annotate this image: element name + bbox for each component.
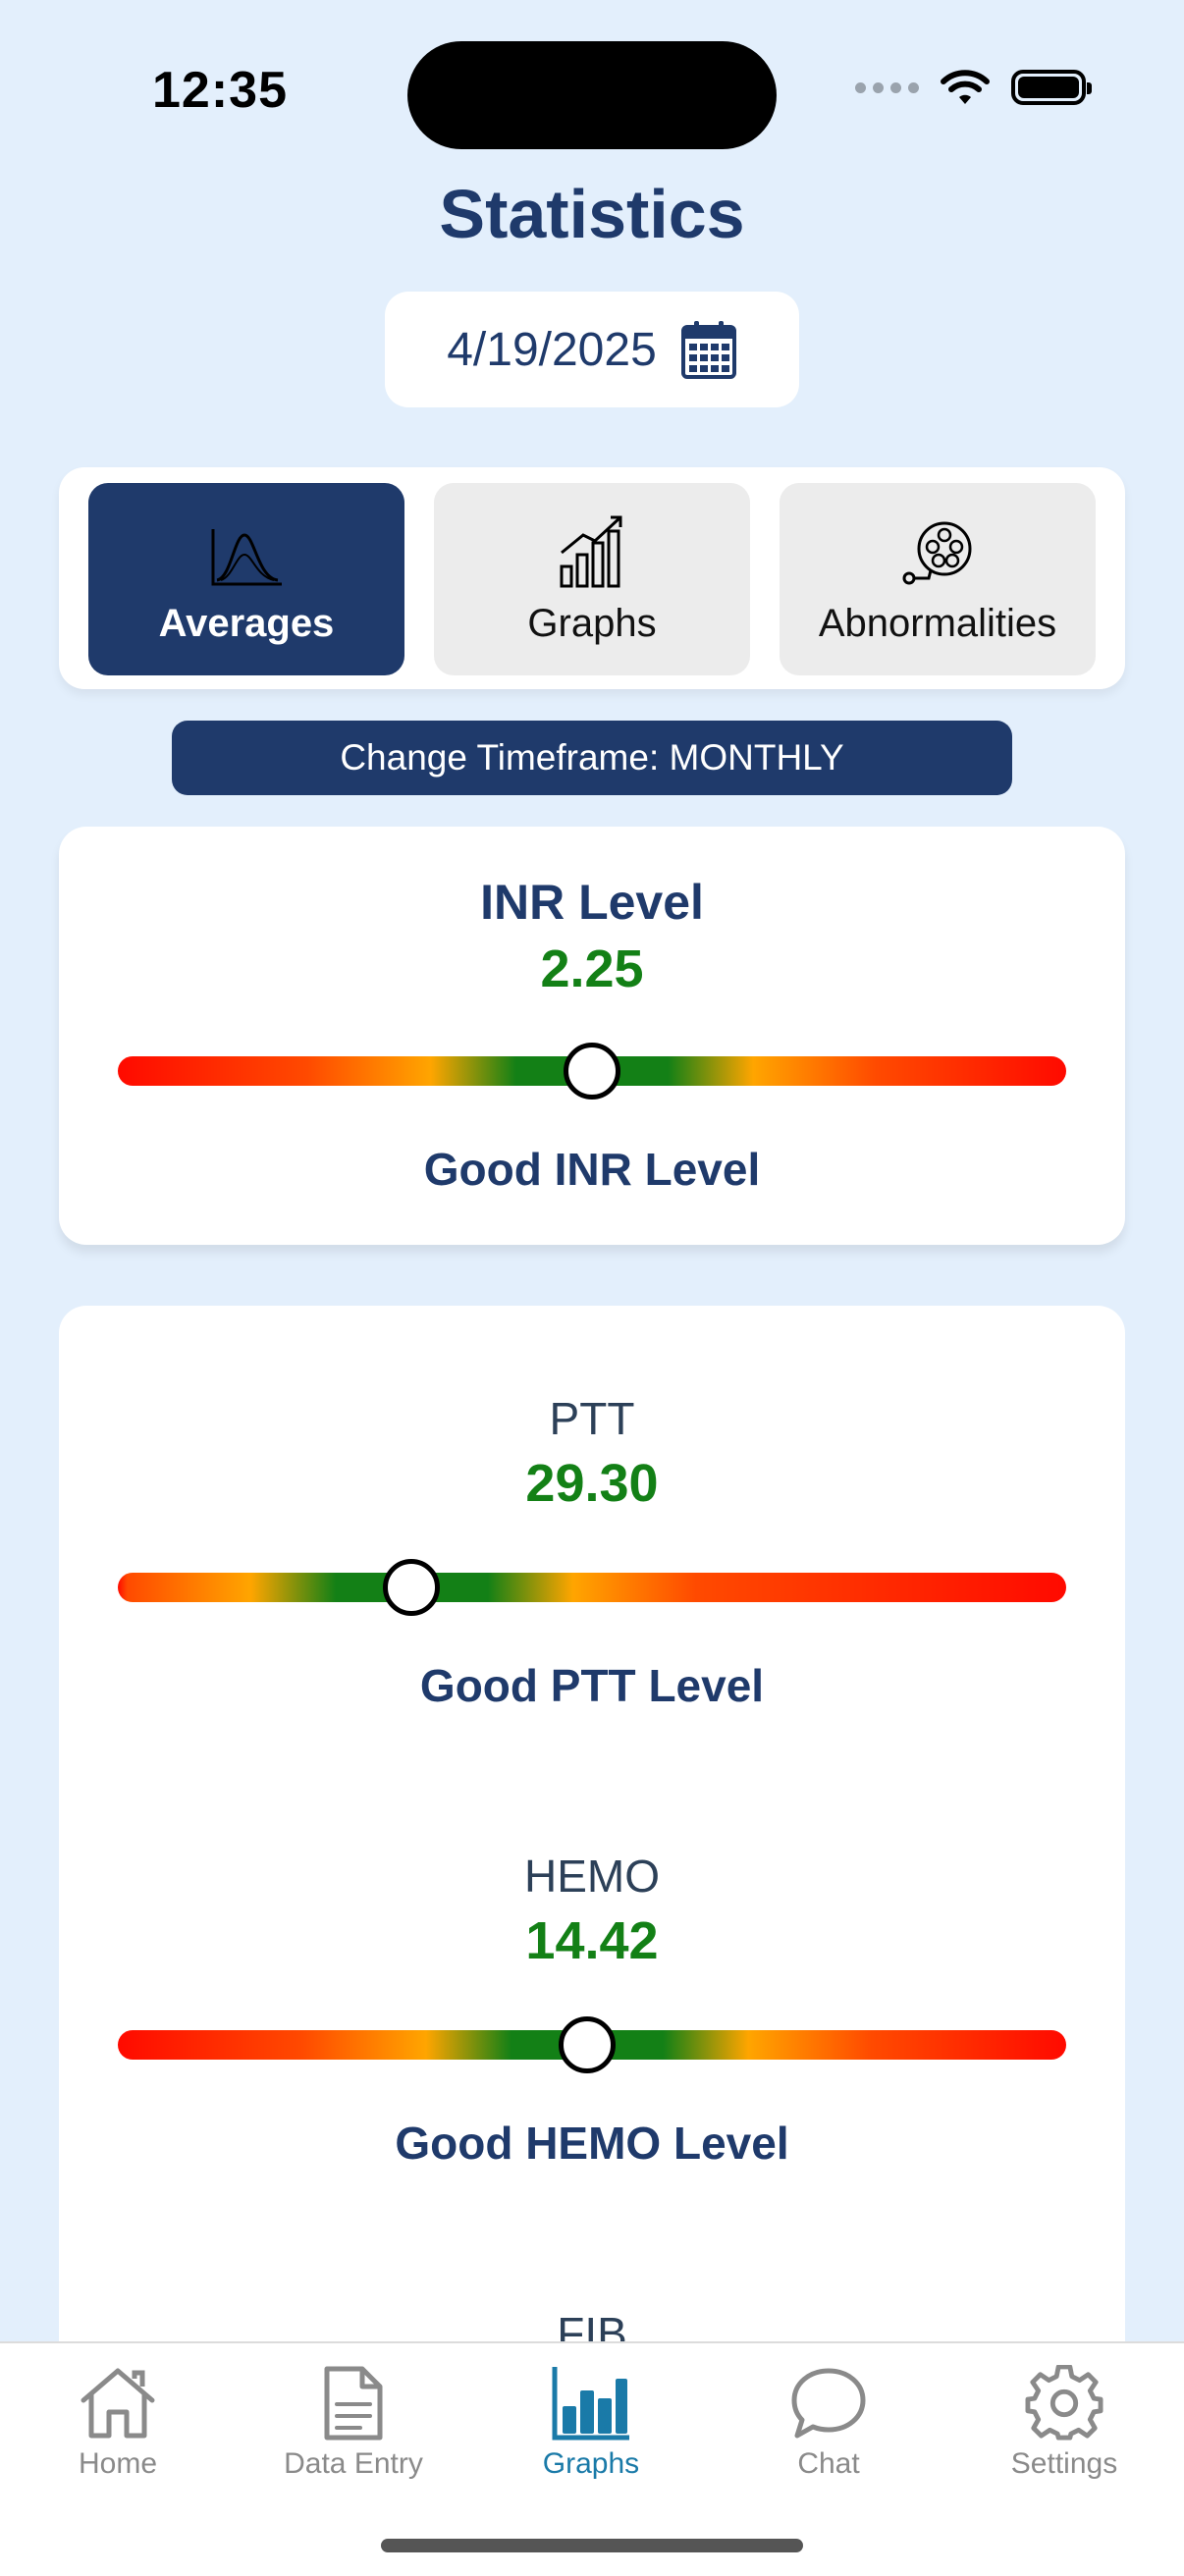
cellular-signal-icon <box>855 81 919 93</box>
metric-value: 2.25 <box>540 939 644 998</box>
metric-name: INR Level <box>480 875 704 930</box>
bar-chart-icon <box>552 2367 629 2441</box>
metric-value: 14.42 <box>525 1911 659 1970</box>
metrics-card: PTT 29.30 Good PTT Level HEMO 14.42 Good… <box>59 1306 1125 2386</box>
nav-data-entry[interactable]: Data Entry <box>255 2365 452 2481</box>
nav-graphs[interactable]: Graphs <box>493 2365 689 2481</box>
nav-settings[interactable]: Settings <box>966 2365 1162 2481</box>
growth-chart-icon <box>560 515 622 588</box>
nav-settings-label: Settings <box>1010 2447 1118 2480</box>
nav-chat[interactable]: Chat <box>730 2365 927 2481</box>
dynamic-island <box>407 41 777 149</box>
nav-chat-label: Chat <box>797 2447 860 2480</box>
inr-card: INR Level 2.25 Good INR Level <box>59 827 1125 1245</box>
hemo-gauge-knob <box>559 2016 617 2073</box>
tab-graphs-label: Graphs <box>527 602 657 645</box>
nav-home-label: Home <box>78 2447 158 2480</box>
tab-graphs[interactable]: Graphs <box>434 483 750 675</box>
battery-icon <box>1011 70 1092 105</box>
metric-hemo: HEMO 14.42 <box>59 1850 1125 1971</box>
date-picker[interactable]: 4/19/2025 <box>385 292 799 407</box>
home-icon <box>81 2368 155 2439</box>
status-time: 12:35 <box>152 62 288 119</box>
tab-averages-label: Averages <box>158 602 335 645</box>
metric-status: Good PTT Level <box>419 1660 765 1711</box>
page-title: Statistics <box>439 176 745 252</box>
bell-curve-icon <box>211 529 282 586</box>
chat-bubble-icon <box>791 2368 866 2439</box>
date-value: 4/19/2025 <box>447 323 657 376</box>
nav-graphs-label: Graphs <box>542 2447 640 2480</box>
inr-gauge-knob <box>564 1043 620 1100</box>
ptt-gauge-knob <box>383 1559 441 1616</box>
metric-name: PTT <box>549 1393 635 1444</box>
ptt-gauge-bar <box>118 1573 1066 1602</box>
nav-home[interactable]: Home <box>20 2365 216 2481</box>
status-icons <box>855 69 1092 106</box>
home-indicator <box>381 2539 803 2552</box>
metric-value: 29.30 <box>525 1454 659 1513</box>
nav-data-entry-label: Data Entry <box>284 2447 423 2480</box>
calendar-icon <box>680 321 736 379</box>
change-timeframe-button[interactable]: Change Timeframe: MONTHLY <box>172 721 1012 795</box>
document-icon <box>324 2366 383 2441</box>
gear-icon <box>1025 2365 1103 2441</box>
metric-ptt: PTT 29.30 <box>59 1392 1125 1514</box>
tab-averages[interactable]: Averages <box>88 483 404 675</box>
cells-icon <box>902 521 972 585</box>
tab-abnormalities[interactable]: Abnormalities <box>780 483 1096 675</box>
metric-inr: INR Level 2.25 <box>59 874 1125 999</box>
tab-abnormalities-label: Abnormalities <box>818 602 1057 645</box>
metric-status: Good INR Level <box>423 1144 761 1195</box>
metric-status: Good HEMO Level <box>395 2118 789 2169</box>
metric-name: HEMO <box>524 1851 660 1902</box>
wifi-icon <box>941 70 990 104</box>
stats-view-tabs: Averages Graphs Abnormalities <box>59 467 1125 689</box>
